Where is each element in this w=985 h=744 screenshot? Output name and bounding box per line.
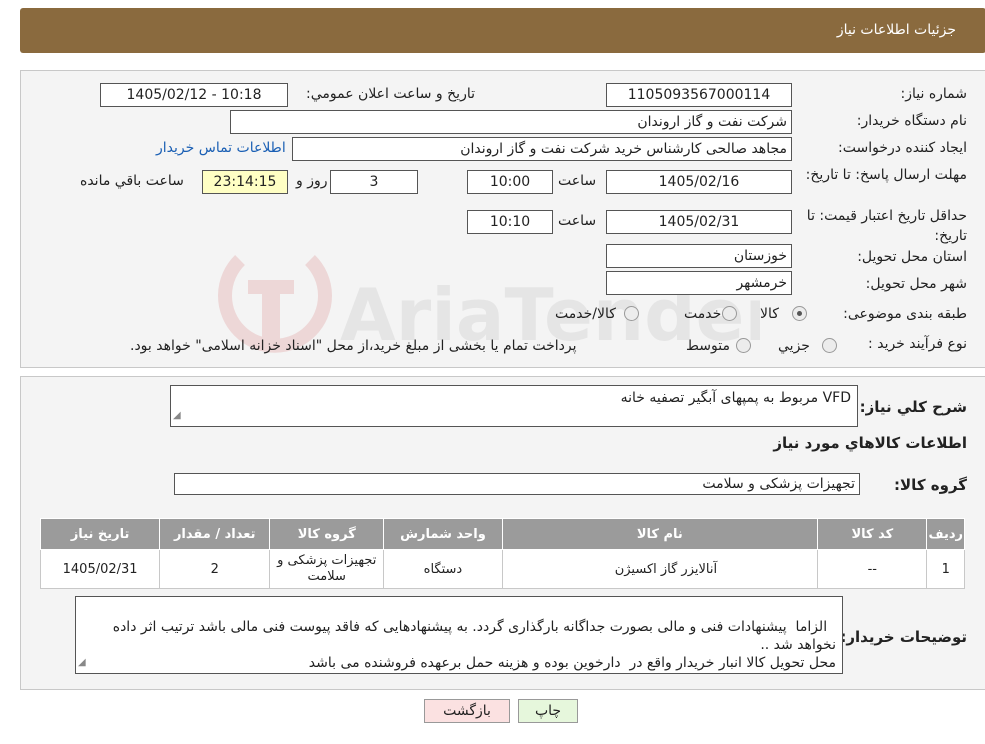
category-option-goods-service: کالا/خدمت: [555, 306, 616, 322]
announce-field: 1405/02/12 - 10:18: [100, 83, 288, 107]
buyer-contact-link[interactable]: اطلاعات تماس خريدار: [156, 140, 286, 156]
process-option-minor: جزيي: [778, 338, 810, 354]
remaining-label: ساعت باقي مانده: [80, 173, 184, 189]
buyer-notes-label: توضيحات خريدار:: [840, 628, 967, 646]
validity-date-field: 1405/02/31: [606, 210, 792, 234]
category-option-service: خدمت: [684, 306, 722, 322]
buyer-org-label: نام دستگاه خريدار:: [856, 113, 967, 129]
cell-code: --: [817, 549, 928, 589]
validity-time-field: 10:10: [467, 210, 553, 234]
col-header-group: گروه کالا: [269, 518, 385, 550]
cell-name: آنالایزر گاز اکسیژن: [501, 549, 819, 589]
page-title: جزئيات اطلاعات نياز: [836, 22, 956, 38]
goods-group-label: گروه کالا:: [894, 476, 967, 494]
city-field: خرمشهر: [606, 271, 792, 295]
category-radio-goods-service[interactable]: [624, 306, 639, 321]
back-button[interactable]: بازگشت: [424, 699, 510, 723]
creator-field: مجاهد صالحی کارشناس خرید شرکت نفت و گاز …: [292, 137, 792, 161]
col-header-date: تاريخ نياز: [39, 518, 161, 550]
table-header-row: رديف کد کالا نام کالا واحد شمارش گروه کا…: [39, 518, 965, 550]
category-radio-goods[interactable]: [792, 306, 807, 321]
remaining-time-field: 23:14:15: [202, 170, 288, 194]
deadline-time-field: 10:00: [467, 170, 553, 194]
creator-label: ايجاد کننده درخواست:: [838, 140, 967, 156]
resize-grip-icon[interactable]: ◢: [78, 654, 86, 672]
process-option-medium: متوسط: [686, 338, 730, 354]
buyer-notes-field[interactable]: الزاما پیشنهادات فنی و مالی بصورت جداگان…: [75, 596, 843, 674]
col-header-quantity: تعداد / مقدار: [159, 518, 271, 550]
resize-grip-icon[interactable]: ◢: [173, 407, 181, 425]
col-header-unit: واحد شمارش: [383, 518, 503, 550]
process-radio-minor[interactable]: [822, 338, 837, 353]
items-table: رديف کد کالا نام کالا واحد شمارش گروه کا…: [39, 518, 965, 589]
province-label: استان محل تحويل:: [857, 249, 967, 265]
col-header-name: نام کالا: [501, 518, 819, 550]
cell-quantity: 2: [159, 549, 271, 589]
page-header: جزئيات اطلاعات نياز: [20, 8, 985, 53]
cell-row: 1: [926, 549, 965, 589]
print-button[interactable]: چاپ: [518, 699, 578, 723]
cell-date: 1405/02/31: [39, 549, 161, 589]
need-number-field: 1105093567000114: [606, 83, 792, 107]
category-radio-service[interactable]: [722, 306, 737, 321]
cell-unit: دستگاه: [383, 549, 503, 589]
buyer-org-field: شرکت نفت و گاز اروندان: [230, 110, 792, 134]
category-option-goods: کالا: [760, 306, 779, 322]
validity-time-label: ساعت: [558, 213, 597, 229]
city-label: شهر محل تحويل:: [865, 276, 967, 292]
deadline-label: مهلت ارسال پاسخ: تا تاريخ:: [805, 167, 967, 183]
need-description-text: VFD مربوط به پمپهای آبگیر تصفیه خانه: [620, 390, 851, 406]
deadline-date-field: 1405/02/16: [606, 170, 792, 194]
category-label: طبقه بندی موضوعی:: [843, 306, 967, 322]
cell-group: تجهیزات پزشکی و سلامت: [269, 549, 385, 589]
validity-label: حداقل تاريخ اعتبار قيمت: تا تاريخ:: [806, 208, 967, 244]
need-description-label: شرح کلي نياز:: [859, 398, 967, 416]
process-label: نوع فرآيند خريد :: [868, 336, 967, 352]
col-header-code: کد کالا: [817, 518, 928, 550]
goods-group-field: تجهیزات پزشکی و سلامت: [174, 473, 860, 495]
deadline-time-label: ساعت: [558, 173, 597, 189]
province-field: خوزستان: [606, 244, 792, 268]
need-description-field[interactable]: VFD مربوط به پمپهای آبگیر تصفیه خانه ◢: [170, 385, 858, 427]
days-label: روز و: [296, 173, 328, 189]
announce-label: تاريخ و ساعت اعلان عمومي:: [306, 86, 475, 102]
buyer-notes-text: الزاما پیشنهادات فنی و مالی بصورت جداگان…: [112, 619, 836, 671]
need-number-label: شماره نياز:: [900, 86, 968, 102]
process-radio-medium[interactable]: [736, 338, 751, 353]
process-note: پرداخت تمام يا بخشی از مبلغ خريد،از محل …: [130, 338, 577, 354]
table-row: 1 -- آنالایزر گاز اکسیژن دستگاه تجهیزات …: [39, 549, 965, 589]
goods-info-title: اطلاعات کالاهاي مورد نياز: [773, 434, 967, 452]
days-field: 3: [330, 170, 418, 194]
col-header-row: رديف: [926, 518, 965, 550]
